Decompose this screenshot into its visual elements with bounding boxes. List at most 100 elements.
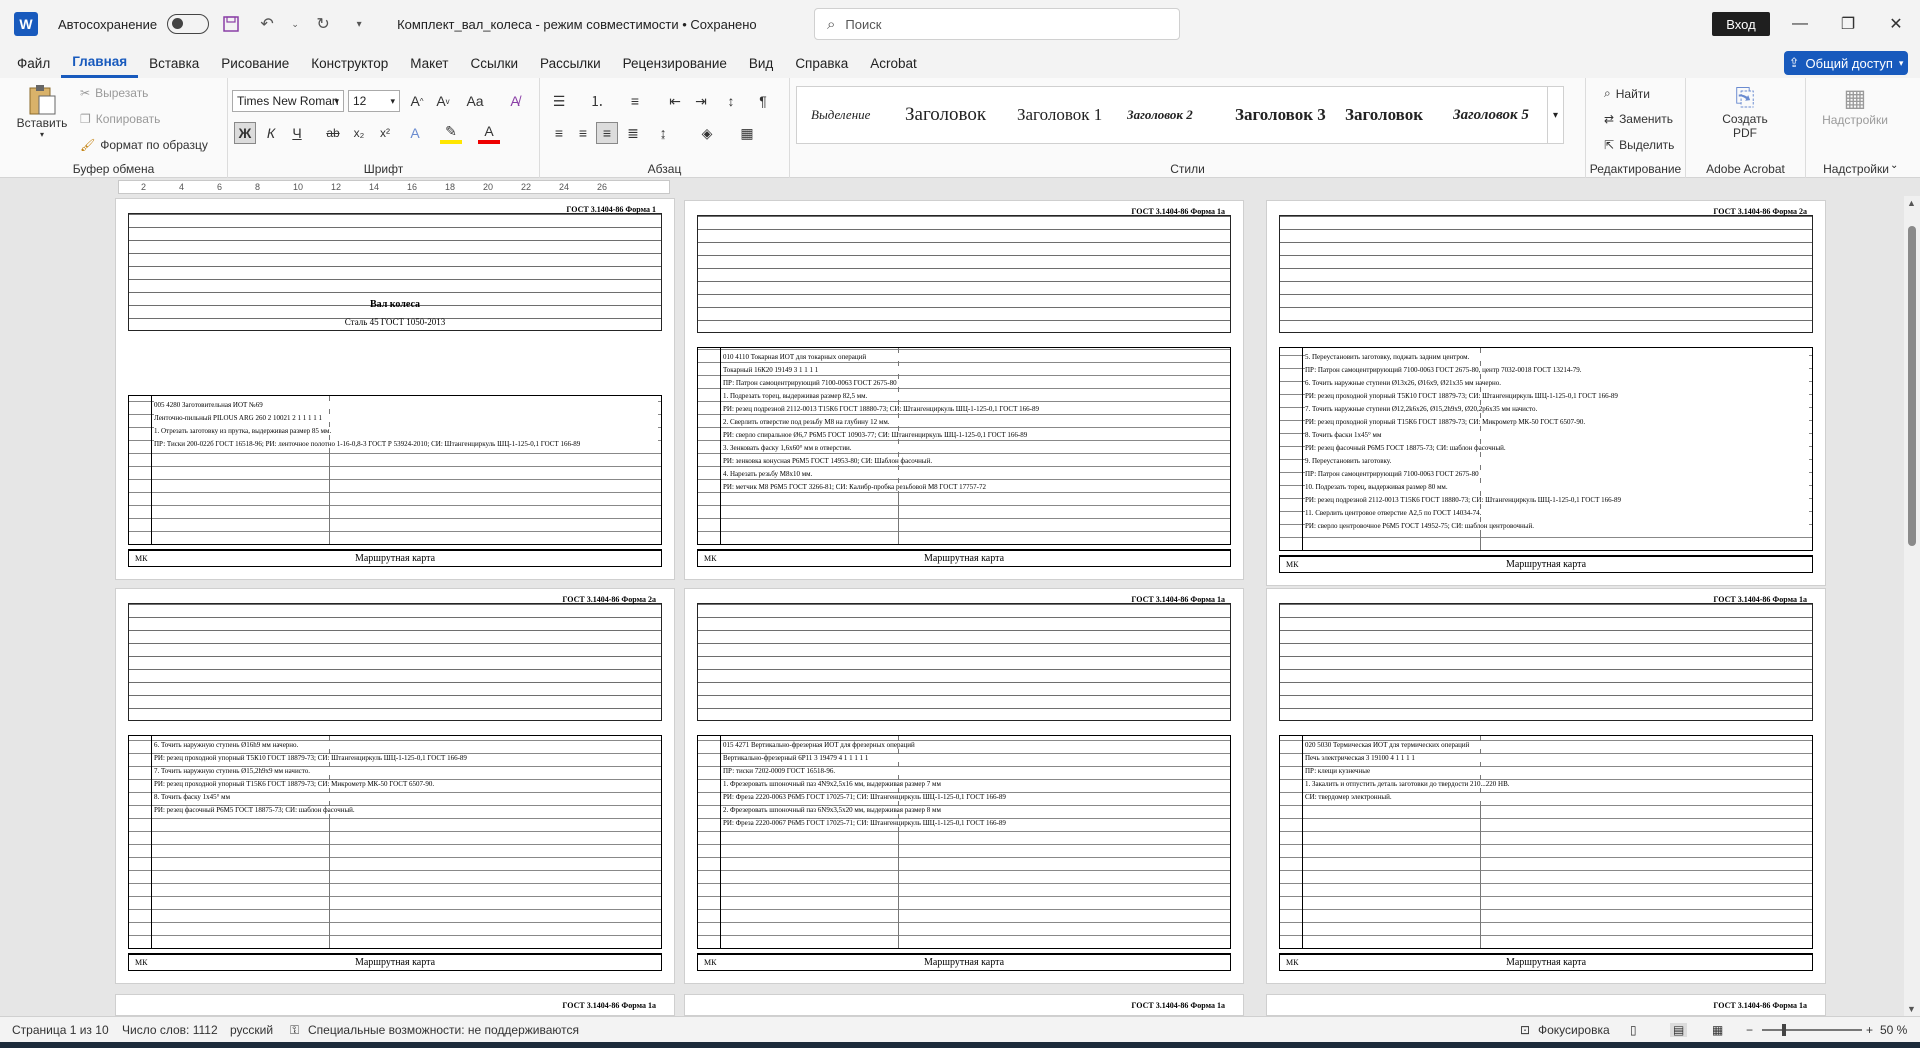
increase-indent-icon[interactable]: ⇥	[690, 90, 712, 112]
accessibility-status[interactable]: Специальные возможности: не поддерживают…	[308, 1023, 579, 1037]
redo-icon[interactable]: ↻	[309, 10, 337, 38]
tab-1[interactable]: Главная	[61, 48, 139, 78]
font-color-icon[interactable]: A	[478, 122, 500, 144]
highlight-icon[interactable]: ✎	[440, 122, 462, 144]
document-page[interactable]: ГОСТ 3.1404-86 Форма 1а 015 4271 Вертика…	[684, 588, 1244, 984]
zoom-out-icon[interactable]: −	[1746, 1023, 1753, 1037]
replace-button[interactable]: ⇄ Заменить	[1604, 112, 1673, 126]
paste-button[interactable]: Вставить ▾	[17, 84, 67, 144]
style-heading-5[interactable]: Заголовок 5	[1453, 87, 1545, 143]
language[interactable]: русский	[230, 1023, 273, 1037]
tab-10[interactable]: Справка	[784, 48, 859, 78]
tab-4[interactable]: Конструктор	[300, 48, 399, 78]
style-heading-3[interactable]: Заголовок 3	[1235, 87, 1339, 143]
show-formatting-icon[interactable]: ¶	[752, 90, 774, 112]
read-mode-icon[interactable]: ▯	[1630, 1023, 1637, 1037]
copy-button[interactable]: ❐ Копировать	[80, 112, 160, 126]
save-icon[interactable]	[217, 10, 245, 38]
underline-button[interactable]: Ч	[286, 122, 308, 144]
tab-6[interactable]: Ссылки	[460, 48, 530, 78]
shading-icon[interactable]: ◈	[696, 122, 718, 144]
shrink-font-icon[interactable]: Av	[432, 90, 454, 112]
tab-7[interactable]: Рассылки	[529, 48, 612, 78]
zoom-level[interactable]: 50 %	[1880, 1023, 1907, 1037]
scroll-up-icon[interactable]: ▲	[1907, 198, 1916, 208]
search-box[interactable]: ⌕ Поиск	[814, 8, 1180, 40]
select-button[interactable]: ⇱ Выделить	[1604, 138, 1674, 152]
numbering-icon[interactable]: ⒈	[586, 90, 608, 112]
horizontal-ruler[interactable]: 2 4 6 8 10 12 14 16 18 20 22 24 26	[118, 180, 670, 194]
document-page[interactable]: ГОСТ 3.1404-86 Форма 1а	[115, 994, 675, 1016]
tab-11[interactable]: Acrobat	[859, 48, 928, 78]
italic-button[interactable]: К	[260, 122, 282, 144]
strikethrough-button[interactable]: ab	[322, 122, 344, 144]
page-count[interactable]: Страница 1 из 10	[12, 1023, 109, 1037]
addins-button[interactable]: ▦ Надстройки	[1820, 84, 1890, 127]
vertical-scrollbar[interactable]: ▲ ▼	[1904, 196, 1920, 1016]
scroll-thumb[interactable]	[1908, 226, 1916, 546]
superscript-button[interactable]: x²	[374, 122, 396, 144]
zoom-slider[interactable]	[1762, 1024, 1862, 1036]
multilevel-list-icon[interactable]: ≡	[624, 90, 646, 112]
collapse-ribbon-icon[interactable]: ⌄	[1890, 160, 1898, 171]
tab-0[interactable]: Файл	[6, 48, 61, 78]
bullets-icon[interactable]: ☰	[548, 90, 570, 112]
style-heading[interactable]: Заголовок	[905, 87, 1009, 143]
autosave-toggle[interactable]	[167, 14, 210, 34]
document-page[interactable]: ГОСТ 3.1404-86 Форма 2а 6. Точить наружн…	[115, 588, 675, 984]
align-left-icon[interactable]: ≡	[548, 122, 570, 144]
document-page[interactable]: ГОСТ 3.1404-86 Форма 1а	[684, 994, 1244, 1016]
tab-5[interactable]: Макет	[399, 48, 459, 78]
document-page[interactable]: ГОСТ 3.1404-86 Форма 2а 5. Переустановит…	[1266, 200, 1826, 586]
subscript-button[interactable]: x₂	[348, 122, 370, 144]
style-heading-1[interactable]: Заголовок 1	[1017, 87, 1121, 143]
undo-dropdown-icon[interactable]: ⌄	[289, 10, 301, 38]
borders-icon[interactable]: ▦	[736, 122, 758, 144]
share-button[interactable]: ⇪ Общий доступ ▾	[1784, 51, 1908, 75]
document-page[interactable]: ГОСТ 3.1404-86 Форма 1а 010 4110 Токарна…	[684, 200, 1244, 580]
cut-button[interactable]: ✂ Вырезать	[80, 86, 148, 100]
align-right-icon[interactable]: ≡	[596, 122, 618, 144]
word-count[interactable]: Число слов: 1112	[122, 1023, 218, 1037]
focus-mode-button[interactable]: Фокусировка	[1538, 1023, 1610, 1037]
web-layout-icon[interactable]: ▦	[1712, 1023, 1723, 1037]
change-case-icon[interactable]: Aa	[464, 90, 486, 112]
font-size-select[interactable]: 12 ▾	[348, 90, 400, 112]
styles-gallery[interactable]: Выделение Заголовок Заголовок 1 Заголово…	[796, 86, 1564, 144]
login-button[interactable]: Вход	[1712, 12, 1770, 36]
style-heading-2[interactable]: Заголовок 2	[1127, 87, 1223, 143]
tab-9[interactable]: Вид	[738, 48, 784, 78]
tab-2[interactable]: Вставка	[138, 48, 210, 78]
document-page[interactable]: ГОСТ 3.1404-86 Форма 1а	[1266, 994, 1826, 1016]
bold-button[interactable]: Ж	[234, 122, 256, 144]
align-center-icon[interactable]: ≡	[572, 122, 594, 144]
tab-8[interactable]: Рецензирование	[612, 48, 738, 78]
restore-icon[interactable]: ❐	[1824, 0, 1872, 48]
justify-icon[interactable]: ≣	[622, 122, 644, 144]
minimize-icon[interactable]: —	[1776, 0, 1824, 48]
material-label: Сталь 45 ГОСТ 1050-2013	[344, 317, 446, 327]
line-spacing-icon[interactable]: ↨	[652, 122, 674, 144]
print-layout-icon[interactable]: ▤	[1670, 1023, 1688, 1037]
sort-icon[interactable]: ↕	[720, 90, 742, 112]
scroll-down-icon[interactable]: ▼	[1907, 1004, 1916, 1014]
decrease-indent-icon[interactable]: ⇤	[664, 90, 686, 112]
find-button[interactable]: ⌕ Найти	[1604, 86, 1650, 101]
text-effects-icon[interactable]: A	[404, 122, 426, 144]
document-page[interactable]: ГОСТ 3.1404-86 Форма 1а 020 5030 Термиче…	[1266, 588, 1826, 984]
quick-access-customize-icon[interactable]: ▾	[345, 10, 373, 38]
font-name-select[interactable]: Times New Roman ▾	[232, 90, 344, 112]
create-pdf-button[interactable]: ⎘ Создать PDF	[1710, 84, 1780, 140]
grow-font-icon[interactable]: A ^	[406, 90, 428, 112]
tab-3[interactable]: Рисование	[210, 48, 300, 78]
format-painter-button[interactable]: 🖌 Формат по образцу	[80, 138, 208, 152]
undo-icon[interactable]: ↶	[253, 10, 281, 38]
style-heading-4[interactable]: Заголовок	[1345, 87, 1445, 143]
styles-more-icon[interactable]: ▾	[1547, 87, 1563, 143]
close-icon[interactable]: ✕	[1872, 0, 1920, 48]
zoom-slider-thumb[interactable]	[1782, 1024, 1786, 1036]
clear-formatting-icon[interactable]: A̸	[504, 90, 526, 112]
style-emphasis[interactable]: Выделение	[811, 87, 901, 143]
document-page[interactable]: ГОСТ 3.1404-86 Форма 1 Вал колеса Сталь 4…	[115, 198, 675, 580]
zoom-in-icon[interactable]: +	[1866, 1023, 1873, 1037]
